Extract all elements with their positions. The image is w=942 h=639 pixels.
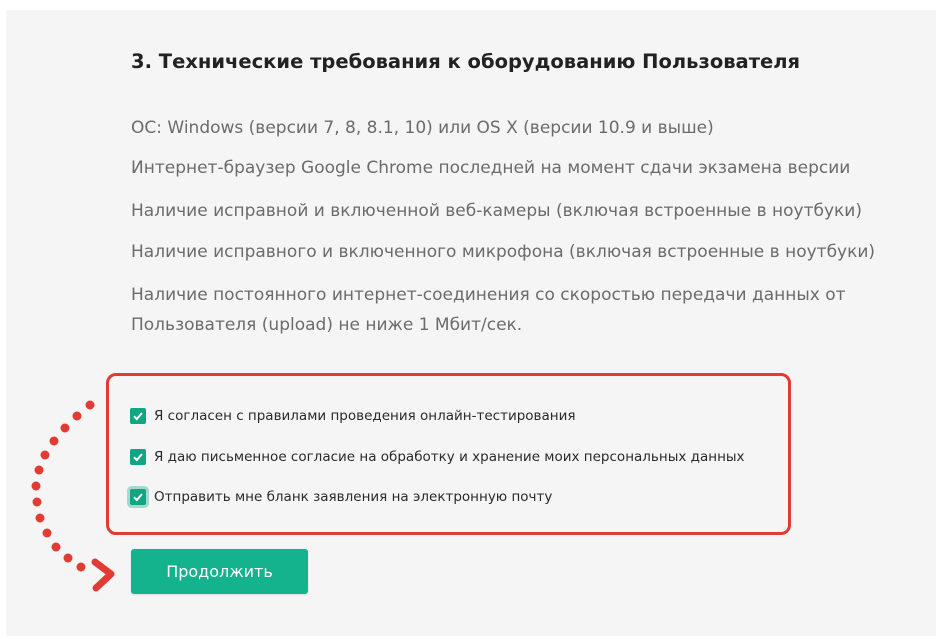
dotted-arrow-icon xyxy=(31,400,115,592)
continue-button[interactable]: Продолжить xyxy=(131,549,308,594)
